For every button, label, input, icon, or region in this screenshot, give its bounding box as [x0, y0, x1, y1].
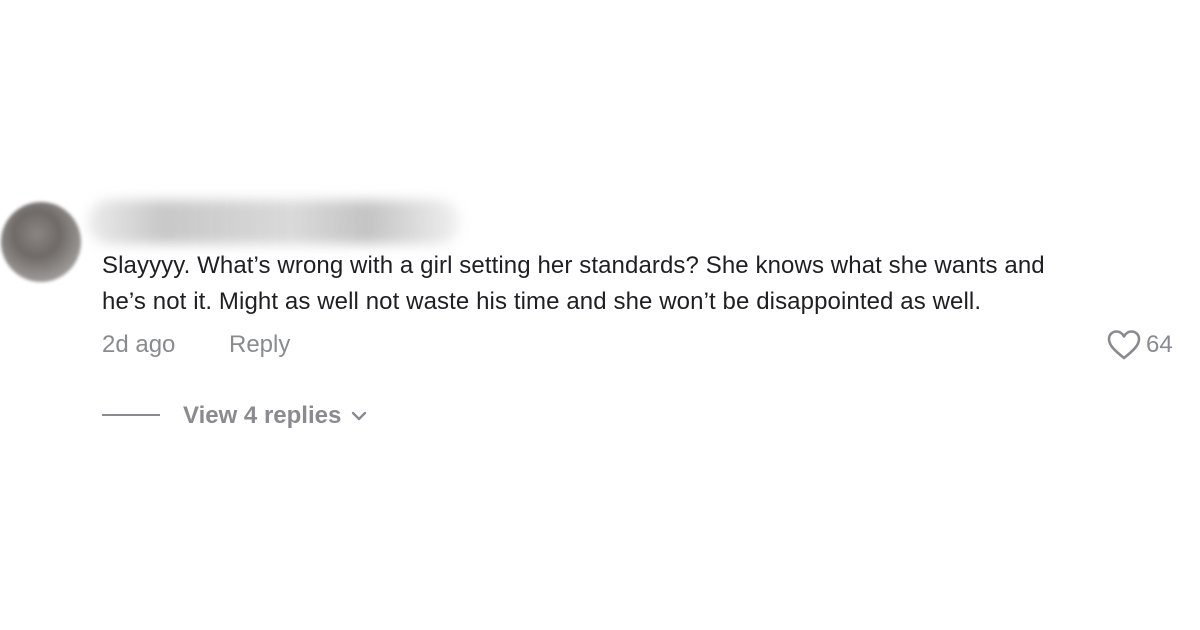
like-button[interactable]: 64 — [1106, 328, 1173, 362]
view-replies-label: View 4 replies — [183, 402, 342, 429]
like-count: 64 — [1146, 331, 1173, 358]
reply-button[interactable]: Reply — [229, 330, 290, 360]
comment-timestamp: 2d ago — [102, 331, 176, 358]
replies-divider-line — [102, 414, 160, 416]
avatar[interactable] — [1, 202, 81, 282]
chevron-down-icon — [341, 410, 367, 422]
comment-text: Slayyyy. What’s wrong with a girl settin… — [102, 248, 1182, 320]
view-replies-button[interactable]: View 4 replies — [183, 400, 367, 432]
comment-text-line-2: he’s not it. Might as well not waste his… — [102, 288, 982, 315]
comment-item: Slayyyy. What’s wrong with a girl settin… — [0, 0, 1200, 630]
heart-outline-icon — [1106, 328, 1142, 362]
comment-text-line-1: Slayyyy. What’s wrong with a girl settin… — [102, 252, 1045, 279]
username-redacted[interactable] — [88, 200, 460, 244]
